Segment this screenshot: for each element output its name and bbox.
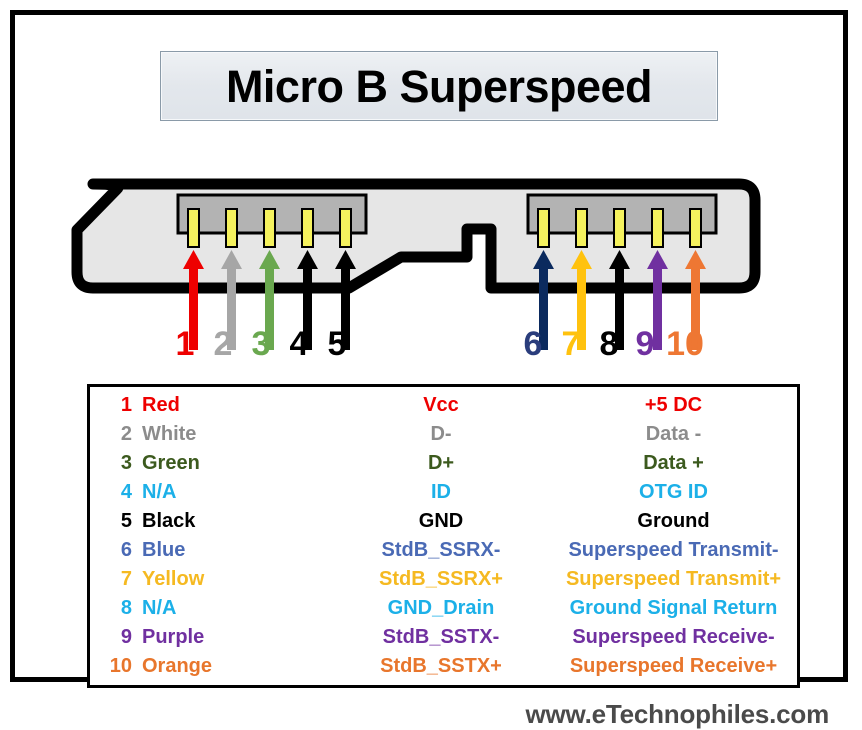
signal-name-cell: GND xyxy=(418,510,464,532)
pin-number-label: 10 xyxy=(666,325,704,363)
pin-number-label: 2 xyxy=(213,325,233,363)
table-row: 4 N/A ID OTG ID xyxy=(90,481,797,510)
signal-description-cell: Data - xyxy=(645,423,702,445)
signal-description-cell: Superspeed Transmit+ xyxy=(565,568,782,590)
table-row: 7 Yellow StdB_SSRX+ Superspeed Transmit+ xyxy=(90,568,797,597)
wire-color-cell: Black xyxy=(142,510,196,532)
signal-name-cell: D- xyxy=(430,423,452,445)
pin-number-cell: 4 xyxy=(120,481,132,503)
signal-description-cell: OTG ID xyxy=(639,481,708,503)
pin-number-label: 6 xyxy=(523,325,543,363)
pin-number-label: 9 xyxy=(635,325,655,363)
signal-description-cell: Superspeed Transmit- xyxy=(568,539,779,561)
pin-number-cell: 3 xyxy=(120,452,132,474)
signal-description-cell: Data + xyxy=(643,452,704,474)
wire-color-cell: Yellow xyxy=(142,568,205,590)
signal-name-cell: StdB_SSTX+ xyxy=(380,655,502,677)
pin-number-cell: 2 xyxy=(120,423,132,445)
pin-number-label: 4 xyxy=(289,325,309,363)
diagram-frame: Micro B Superspeed 1 2 3 4 5 6 7 8 9 10 … xyxy=(10,10,848,729)
table-row: 6 Blue StdB_SSRX- Superspeed Transmit- xyxy=(90,539,797,568)
pinout-table: 1 Red Vcc +5 DC 2 White D- Data - 3 Green D+ Data +… xyxy=(87,384,800,688)
pin-number-label: 1 xyxy=(175,325,195,363)
pin-number-label: 5 xyxy=(327,325,347,363)
table-row: 3 Green D+ Data + xyxy=(90,452,797,481)
signal-name-cell: StdB_SSTX- xyxy=(382,626,500,648)
signal-description-cell: Superspeed Receive+ xyxy=(569,655,778,677)
pin-number-cell: 9 xyxy=(120,626,132,648)
signal-description-cell: Ground Signal Return xyxy=(569,597,778,619)
pin-number-cell: 7 xyxy=(120,568,132,590)
wire-color-cell: N/A xyxy=(142,481,177,503)
table-row: 9 Purple StdB_SSTX- Superspeed Receive- xyxy=(90,626,797,655)
signal-name-cell: StdB_SSRX- xyxy=(381,539,501,561)
pin-number-cell: 8 xyxy=(120,597,132,619)
table-row: 1 Red Vcc +5 DC xyxy=(90,394,797,423)
wire-color-cell: Red xyxy=(142,394,180,416)
site-watermark: www.eTechnophiles.com xyxy=(525,699,829,729)
pin-number-label: 8 xyxy=(599,325,619,363)
signal-name-cell: Vcc xyxy=(423,394,459,416)
signal-name-cell: StdB_SSRX+ xyxy=(379,568,503,590)
wire-color-cell: Orange xyxy=(142,655,213,677)
page-title: Micro B Superspeed xyxy=(225,60,653,112)
signal-name-cell: D+ xyxy=(427,452,455,474)
pin-number-label: 7 xyxy=(561,325,581,363)
signal-description-cell: Ground xyxy=(637,510,710,532)
signal-description-cell: +5 DC xyxy=(644,394,703,416)
wire-color-cell: Blue xyxy=(142,539,186,561)
signal-description-cell: Superspeed Receive- xyxy=(572,626,775,648)
signal-name-cell: ID xyxy=(431,481,451,503)
pin-number-label: 3 xyxy=(251,325,271,363)
wire-color-cell: White xyxy=(142,423,197,445)
pin-number-cell: 10 xyxy=(109,655,132,677)
signal-name-cell: GND_Drain xyxy=(387,597,495,619)
wire-color-cell: Green xyxy=(142,452,200,474)
pin-number-cell: 5 xyxy=(120,510,132,532)
wire-color-cell: N/A xyxy=(142,597,177,619)
table-row: 10 Orange StdB_SSTX+ Superspeed Receive+ xyxy=(90,655,797,684)
pin-number-cell: 6 xyxy=(120,539,132,561)
table-row: 2 White D- Data - xyxy=(90,423,797,452)
pin-number-cell: 1 xyxy=(120,394,132,416)
table-row: 5 Black GND Ground xyxy=(90,510,797,539)
title-box: Micro B Superspeed xyxy=(160,51,718,121)
table-row: 8 N/A GND_Drain Ground Signal Return xyxy=(90,597,797,626)
wire-color-cell: Purple xyxy=(142,626,205,648)
